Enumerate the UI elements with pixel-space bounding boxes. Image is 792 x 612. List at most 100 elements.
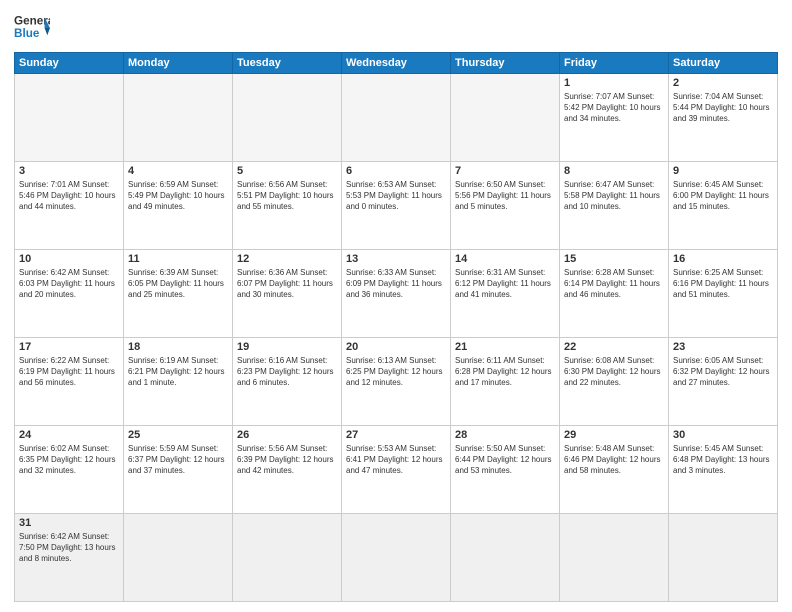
day-number: 30 [673, 429, 773, 441]
day-info: Sunrise: 6:05 AM Sunset: 6:32 PM Dayligh… [673, 355, 773, 389]
calendar-cell: 25Sunrise: 5:59 AM Sunset: 6:37 PM Dayli… [124, 426, 233, 514]
day-number: 20 [346, 341, 446, 353]
day-info: Sunrise: 6:56 AM Sunset: 5:51 PM Dayligh… [237, 179, 337, 213]
weekday-tuesday: Tuesday [233, 53, 342, 74]
day-info: Sunrise: 6:39 AM Sunset: 6:05 PM Dayligh… [128, 267, 228, 301]
calendar-cell: 19 Sunrise: 6:16 AM Sunset: 6:23 PM Dayli… [233, 338, 342, 426]
day-info: Sunrise: 5:50 AM Sunset: 6:44 PM Dayligh… [455, 443, 555, 477]
day-number: 19 [237, 341, 337, 353]
week-row-2: 10 Sunrise: 6:42 AM Sunset: 6:03 PM Dayli… [15, 250, 778, 338]
day-number: 10 [19, 253, 119, 265]
day-info: Sunrise: 6:19 AM Sunset: 6:21 PM Dayligh… [128, 355, 228, 389]
weekday-friday: Friday [560, 53, 669, 74]
logo-icon: General Blue [14, 10, 50, 46]
day-number: 13 [346, 253, 446, 265]
calendar-cell [560, 514, 669, 602]
calendar-cell [233, 74, 342, 162]
calendar-cell: 9Sunrise: 6:45 AM Sunset: 6:00 PM Daylig… [669, 162, 778, 250]
day-info: Sunrise: 5:45 AM Sunset: 6:48 PM Dayligh… [673, 443, 773, 477]
day-number: 17 [19, 341, 119, 353]
calendar-cell: 12Sunrise: 6:36 AM Sunset: 6:07 PM Dayli… [233, 250, 342, 338]
calendar-cell: 20 Sunrise: 6:13 AM Sunset: 6:25 PM Dayli… [342, 338, 451, 426]
week-row-3: 17Sunrise: 6:22 AM Sunset: 6:19 PM Dayli… [15, 338, 778, 426]
day-info: Sunrise: 6:59 AM Sunset: 5:49 PM Dayligh… [128, 179, 228, 213]
day-number: 2 [673, 77, 773, 89]
calendar-cell: 11 Sunrise: 6:39 AM Sunset: 6:05 PM Dayli… [124, 250, 233, 338]
calendar-cell [233, 514, 342, 602]
calendar-cell: 18 Sunrise: 6:19 AM Sunset: 6:21 PM Dayli… [124, 338, 233, 426]
day-info: Sunrise: 6:36 AM Sunset: 6:07 PM Dayligh… [237, 267, 337, 301]
calendar-cell: 28 Sunrise: 5:50 AM Sunset: 6:44 PM Dayli… [451, 426, 560, 514]
day-number: 25 [128, 429, 228, 441]
calendar-cell: 8 Sunrise: 6:47 AM Sunset: 5:58 PM Daylig… [560, 162, 669, 250]
week-row-0: 1 Sunrise: 7:07 AM Sunset: 5:42 PM Daylig… [15, 74, 778, 162]
day-number: 9 [673, 165, 773, 177]
calendar-cell: 1 Sunrise: 7:07 AM Sunset: 5:42 PM Daylig… [560, 74, 669, 162]
day-number: 1 [564, 77, 664, 89]
calendar-cell: 15 Sunrise: 6:28 AM Sunset: 6:14 PM Dayli… [560, 250, 669, 338]
page: General Blue SundayMondayTuesdayWednesda… [0, 0, 792, 612]
calendar-cell: 27Sunrise: 5:53 AM Sunset: 6:41 PM Dayli… [342, 426, 451, 514]
weekday-thursday: Thursday [451, 53, 560, 74]
day-info: Sunrise: 6:53 AM Sunset: 5:53 PM Dayligh… [346, 179, 446, 213]
day-info: Sunrise: 6:13 AM Sunset: 6:25 PM Dayligh… [346, 355, 446, 389]
day-number: 3 [19, 165, 119, 177]
day-info: Sunrise: 6:50 AM Sunset: 5:56 PM Dayligh… [455, 179, 555, 213]
svg-text:Blue: Blue [14, 27, 40, 40]
day-info: Sunrise: 6:33 AM Sunset: 6:09 PM Dayligh… [346, 267, 446, 301]
day-number: 15 [564, 253, 664, 265]
day-number: 18 [128, 341, 228, 353]
calendar-cell: 23 Sunrise: 6:05 AM Sunset: 6:32 PM Dayli… [669, 338, 778, 426]
day-number: 14 [455, 253, 555, 265]
weekday-monday: Monday [124, 53, 233, 74]
day-info: Sunrise: 5:48 AM Sunset: 6:46 PM Dayligh… [564, 443, 664, 477]
calendar-cell: 13 Sunrise: 6:33 AM Sunset: 6:09 PM Dayli… [342, 250, 451, 338]
day-info: Sunrise: 6:08 AM Sunset: 6:30 PM Dayligh… [564, 355, 664, 389]
day-number: 16 [673, 253, 773, 265]
day-info: Sunrise: 6:42 AM Sunset: 6:03 PM Dayligh… [19, 267, 119, 301]
day-info: Sunrise: 6:02 AM Sunset: 6:35 PM Dayligh… [19, 443, 119, 477]
day-number: 21 [455, 341, 555, 353]
calendar-cell: 30 Sunrise: 5:45 AM Sunset: 6:48 PM Dayli… [669, 426, 778, 514]
logo: General Blue [14, 10, 50, 46]
day-info: Sunrise: 6:28 AM Sunset: 6:14 PM Dayligh… [564, 267, 664, 301]
calendar-cell [342, 514, 451, 602]
day-number: 26 [237, 429, 337, 441]
day-number: 27 [346, 429, 446, 441]
calendar-cell [15, 74, 124, 162]
calendar-cell: 10 Sunrise: 6:42 AM Sunset: 6:03 PM Dayli… [15, 250, 124, 338]
day-number: 23 [673, 341, 773, 353]
calendar-cell: 7 Sunrise: 6:50 AM Sunset: 5:56 PM Daylig… [451, 162, 560, 250]
calendar-cell: 26 Sunrise: 5:56 AM Sunset: 6:39 PM Dayli… [233, 426, 342, 514]
day-number: 11 [128, 253, 228, 265]
day-number: 24 [19, 429, 119, 441]
day-info: Sunrise: 6:11 AM Sunset: 6:28 PM Dayligh… [455, 355, 555, 389]
week-row-4: 24 Sunrise: 6:02 AM Sunset: 6:35 PM Dayli… [15, 426, 778, 514]
calendar-cell [669, 514, 778, 602]
weekday-header-row: SundayMondayTuesdayWednesdayThursdayFrid… [15, 53, 778, 74]
day-info: Sunrise: 7:07 AM Sunset: 5:42 PM Dayligh… [564, 91, 664, 125]
calendar-cell [124, 514, 233, 602]
calendar-cell: 14Sunrise: 6:31 AM Sunset: 6:12 PM Dayli… [451, 250, 560, 338]
day-info: Sunrise: 6:47 AM Sunset: 5:58 PM Dayligh… [564, 179, 664, 213]
day-info: Sunrise: 7:04 AM Sunset: 5:44 PM Dayligh… [673, 91, 773, 125]
header: General Blue [14, 10, 778, 46]
day-number: 8 [564, 165, 664, 177]
calendar-cell: 29Sunrise: 5:48 AM Sunset: 6:46 PM Dayli… [560, 426, 669, 514]
day-info: Sunrise: 5:56 AM Sunset: 6:39 PM Dayligh… [237, 443, 337, 477]
day-info: Sunrise: 6:42 AM Sunset: 7:50 PM Dayligh… [19, 531, 119, 565]
day-info: Sunrise: 6:16 AM Sunset: 6:23 PM Dayligh… [237, 355, 337, 389]
day-number: 7 [455, 165, 555, 177]
weekday-sunday: Sunday [15, 53, 124, 74]
day-number: 31 [19, 517, 119, 529]
week-row-5: 31 Sunrise: 6:42 AM Sunset: 7:50 PM Dayli… [15, 514, 778, 602]
calendar-cell: 21 Sunrise: 6:11 AM Sunset: 6:28 PM Dayli… [451, 338, 560, 426]
calendar-cell: 16Sunrise: 6:25 AM Sunset: 6:16 PM Dayli… [669, 250, 778, 338]
calendar-cell: 24 Sunrise: 6:02 AM Sunset: 6:35 PM Dayli… [15, 426, 124, 514]
calendar-cell: 22 Sunrise: 6:08 AM Sunset: 6:30 PM Dayli… [560, 338, 669, 426]
week-row-1: 3Sunrise: 7:01 AM Sunset: 5:46 PM Daylig… [15, 162, 778, 250]
calendar-cell: 2 Sunrise: 7:04 AM Sunset: 5:44 PM Daylig… [669, 74, 778, 162]
day-number: 22 [564, 341, 664, 353]
day-number: 5 [237, 165, 337, 177]
day-number: 28 [455, 429, 555, 441]
